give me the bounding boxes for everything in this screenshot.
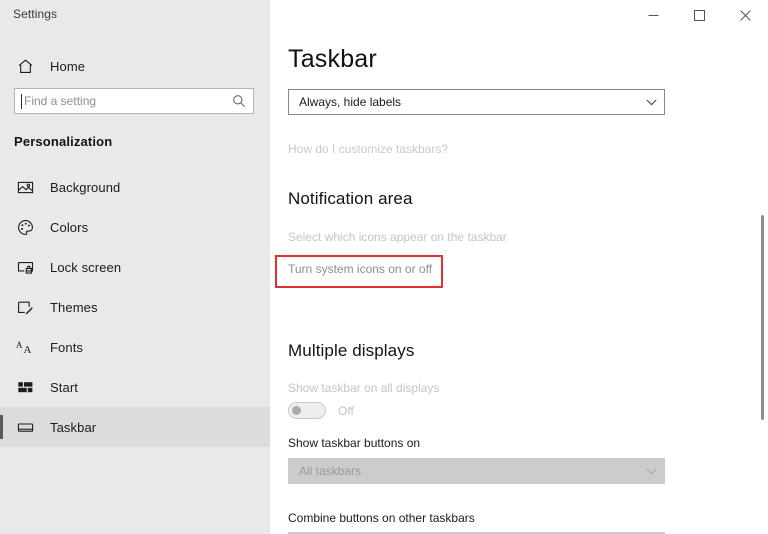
sidebar-item-home[interactable]: Home — [0, 46, 270, 86]
search-box[interactable] — [14, 88, 254, 114]
title-bar: Settings — [0, 0, 768, 31]
combine-other-taskbars-label: Combine buttons on other taskbars — [288, 511, 475, 525]
combine-taskbar-buttons-value: Always, hide labels — [299, 95, 402, 109]
lock-screen-icon — [14, 256, 36, 278]
sidebar-item-label: Background — [50, 179, 121, 195]
sidebar-item-label: Colors — [50, 219, 89, 235]
minimize-icon — [648, 10, 659, 21]
toggle-track — [288, 402, 326, 419]
chevron-down-icon — [638, 99, 664, 106]
sidebar-item-label: Themes — [50, 299, 98, 315]
fonts-icon: A A — [14, 336, 36, 358]
brush-icon — [14, 296, 36, 318]
sidebar-item-label: Fonts — [50, 339, 84, 355]
sidebar-item-label: Start — [50, 379, 78, 395]
customize-taskbars-help-link[interactable]: How do I customize taskbars? — [288, 142, 448, 156]
sidebar-item-background[interactable]: Background — [0, 167, 270, 207]
palette-icon — [14, 216, 36, 238]
sidebar: Home Personalization — [0, 31, 270, 534]
taskbar-icon — [14, 416, 36, 438]
window-controls — [630, 0, 768, 31]
maximize-icon — [693, 10, 705, 21]
content-pane: Taskbar Always, hide labels How do I cus… — [270, 31, 768, 534]
sidebar-item-start[interactable]: Start — [0, 367, 270, 407]
show-taskbar-buttons-dropdown[interactable]: All taskbars — [288, 458, 665, 484]
multiple-displays-heading: Multiple displays — [288, 341, 415, 360]
svg-text:A: A — [16, 340, 23, 350]
show-taskbar-buttons-label: Show taskbar buttons on — [288, 436, 421, 450]
app-title: Settings — [13, 7, 58, 21]
home-icon — [14, 55, 36, 77]
sidebar-item-fonts[interactable]: A A Fonts — [0, 327, 270, 367]
chevron-down-icon — [638, 468, 664, 475]
turn-system-icons-link[interactable]: Turn system icons on or off — [288, 262, 432, 276]
toggle-state-label: Off — [338, 403, 354, 418]
settings-window: Settings Home Find a setting Personaliza… — [0, 0, 768, 534]
maximize-button[interactable] — [676, 0, 722, 31]
sidebar-item-taskbar[interactable]: Taskbar — [0, 407, 270, 447]
scrollbar-thumb[interactable] — [761, 215, 764, 420]
show-taskbar-all-displays-toggle[interactable]: Off — [288, 402, 354, 419]
content-scrollbar[interactable] — [756, 31, 768, 534]
sidebar-nav-list: Background Colors Lock screen Themes A A… — [0, 167, 270, 447]
sidebar-item-themes[interactable]: Themes — [0, 287, 270, 327]
sidebar-item-colors[interactable]: Colors — [0, 207, 270, 247]
sidebar-category-heading: Personalization — [14, 134, 113, 149]
sidebar-item-lock-screen[interactable]: Lock screen — [0, 247, 270, 287]
minimize-button[interactable] — [630, 0, 676, 31]
page-title: Taskbar — [288, 45, 377, 73]
sidebar-item-label: Taskbar — [50, 419, 97, 435]
close-icon — [739, 10, 751, 21]
show-taskbar-buttons-value: All taskbars — [299, 464, 362, 478]
search-input[interactable] — [15, 89, 253, 113]
toggle-knob — [292, 406, 301, 415]
show-taskbar-all-displays-label: Show taskbar on all displays — [288, 381, 440, 395]
start-icon — [14, 376, 36, 398]
sidebar-item-home-label: Home — [50, 58, 86, 74]
search-icon[interactable] — [232, 94, 246, 108]
picture-icon — [14, 176, 36, 198]
svg-text:A: A — [23, 344, 31, 356]
notification-area-heading: Notification area — [288, 189, 413, 208]
notification-area-description: Select which icons appear on the taskbar — [288, 230, 507, 244]
combine-taskbar-buttons-dropdown[interactable]: Always, hide labels — [288, 89, 665, 115]
search-caret — [21, 94, 22, 109]
sidebar-item-label: Lock screen — [50, 259, 122, 275]
close-button[interactable] — [722, 0, 768, 31]
